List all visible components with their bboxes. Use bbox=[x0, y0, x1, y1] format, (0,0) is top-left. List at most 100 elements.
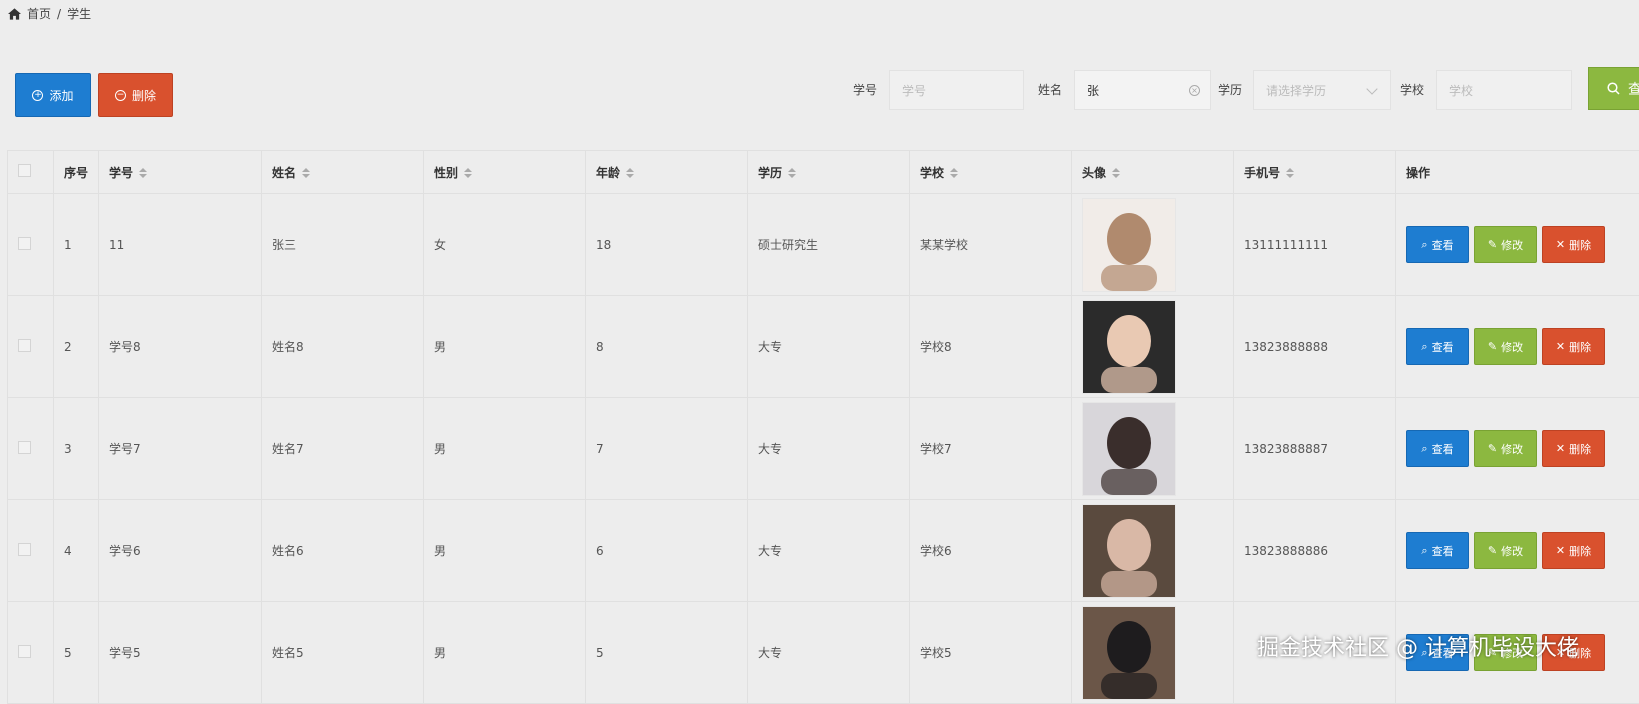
cell-school: 学校6 bbox=[910, 500, 1072, 602]
batch-delete-label: 删除 bbox=[132, 87, 156, 104]
cell-school: 学校8 bbox=[910, 296, 1072, 398]
delete-button[interactable]: ✕删除 bbox=[1542, 430, 1605, 467]
row-checkbox[interactable] bbox=[18, 441, 31, 454]
edit-icon: ✎ bbox=[1488, 442, 1497, 455]
table-row: 3学号7姓名7男7大专学校713823888887⌕查看✎修改✕删除 bbox=[8, 398, 1639, 500]
clear-icon[interactable]: × bbox=[1189, 85, 1200, 96]
cell-avatar bbox=[1072, 194, 1234, 296]
row-checkbox[interactable] bbox=[18, 645, 31, 658]
cell-index: 1 bbox=[54, 194, 99, 296]
row-checkbox[interactable] bbox=[18, 543, 31, 556]
col-avatar[interactable]: 头像 bbox=[1072, 151, 1234, 194]
watermark: 掘金技术社区 @ 计算机毕设大佬 bbox=[1257, 630, 1579, 662]
cell-age: 6 bbox=[586, 500, 748, 602]
search-button-label: 查 bbox=[1628, 79, 1639, 99]
col-gender[interactable]: 性别 bbox=[424, 151, 586, 194]
row-select-cell bbox=[8, 194, 54, 296]
education-select[interactable]: 请选择学历 bbox=[1253, 70, 1391, 110]
name-input[interactable]: 张 × bbox=[1074, 70, 1211, 110]
search-button[interactable]: 查 bbox=[1588, 67, 1639, 110]
delete-button[interactable]: ✕删除 bbox=[1542, 226, 1605, 263]
cell-gender: 女 bbox=[424, 194, 586, 296]
sort-icon[interactable] bbox=[788, 168, 796, 178]
cell-education: 大专 bbox=[748, 602, 910, 704]
cell-name: 张三 bbox=[262, 194, 424, 296]
avatar[interactable] bbox=[1082, 300, 1176, 394]
cell-school: 某某学校 bbox=[910, 194, 1072, 296]
cell-actions: ⌕查看✎修改✕删除 bbox=[1396, 500, 1639, 602]
col-phone[interactable]: 手机号 bbox=[1234, 151, 1396, 194]
education-label: 学历 bbox=[1218, 81, 1242, 98]
sort-icon[interactable] bbox=[1112, 168, 1120, 178]
col-education[interactable]: 学历 bbox=[748, 151, 910, 194]
avatar[interactable] bbox=[1082, 504, 1176, 598]
row-checkbox[interactable] bbox=[18, 339, 31, 352]
student-no-input[interactable]: 学号 bbox=[889, 70, 1024, 110]
cell-avatar bbox=[1072, 296, 1234, 398]
cell-age: 8 bbox=[586, 296, 748, 398]
add-button[interactable]: + 添加 bbox=[15, 73, 91, 117]
cell-student-no: 学号8 bbox=[99, 296, 262, 398]
close-icon: ✕ bbox=[1556, 238, 1565, 251]
cell-school: 学校7 bbox=[910, 398, 1072, 500]
school-input[interactable]: 学校 bbox=[1436, 70, 1572, 110]
avatar[interactable] bbox=[1082, 198, 1176, 292]
cell-age: 7 bbox=[586, 398, 748, 500]
delete-button[interactable]: ✕删除 bbox=[1542, 328, 1605, 365]
student-table: 序号 学号 姓名 性别 年龄 学历 学校 头像 手机号 操作 111张三女18硕… bbox=[7, 150, 1639, 704]
sort-icon[interactable] bbox=[950, 168, 958, 178]
table-row: 2学号8姓名8男8大专学校813823888888⌕查看✎修改✕删除 bbox=[8, 296, 1639, 398]
edit-button[interactable]: ✎修改 bbox=[1474, 532, 1537, 569]
view-button[interactable]: ⌕查看 bbox=[1406, 328, 1469, 365]
col-school[interactable]: 学校 bbox=[910, 151, 1072, 194]
name-label: 姓名 bbox=[1038, 81, 1062, 98]
cell-phone: 13823888887 bbox=[1234, 398, 1396, 500]
edit-button[interactable]: ✎修改 bbox=[1474, 226, 1537, 263]
sort-icon[interactable] bbox=[1286, 168, 1294, 178]
cell-name: 姓名8 bbox=[262, 296, 424, 398]
breadcrumb-home[interactable]: 首页 bbox=[27, 5, 51, 22]
col-name[interactable]: 姓名 bbox=[262, 151, 424, 194]
edit-button[interactable]: ✎修改 bbox=[1474, 430, 1537, 467]
avatar[interactable] bbox=[1082, 402, 1176, 496]
avatar[interactable] bbox=[1082, 606, 1176, 700]
view-button[interactable]: ⌕查看 bbox=[1406, 532, 1469, 569]
col-student-no[interactable]: 学号 bbox=[99, 151, 262, 194]
edit-icon: ✎ bbox=[1488, 544, 1497, 557]
search-icon: ⌕ bbox=[1421, 544, 1427, 558]
school-placeholder: 学校 bbox=[1449, 82, 1473, 99]
school-label: 学校 bbox=[1400, 81, 1424, 98]
cell-actions: ⌕查看✎修改✕删除 bbox=[1396, 398, 1639, 500]
row-select-cell bbox=[8, 398, 54, 500]
cell-index: 3 bbox=[54, 398, 99, 500]
sort-icon[interactable] bbox=[464, 168, 472, 178]
cell-gender: 男 bbox=[424, 296, 586, 398]
search-icon bbox=[1607, 82, 1620, 95]
search-icon: ⌕ bbox=[1421, 442, 1427, 456]
select-all-checkbox[interactable] bbox=[18, 164, 31, 177]
search-icon: ⌕ bbox=[1421, 238, 1427, 252]
cell-index: 5 bbox=[54, 602, 99, 704]
col-age[interactable]: 年龄 bbox=[586, 151, 748, 194]
row-checkbox[interactable] bbox=[18, 237, 31, 250]
delete-button[interactable]: ✕删除 bbox=[1542, 532, 1605, 569]
view-button[interactable]: ⌕查看 bbox=[1406, 430, 1469, 467]
add-button-label: 添加 bbox=[49, 87, 73, 104]
cell-education: 大专 bbox=[748, 500, 910, 602]
cell-index: 4 bbox=[54, 500, 99, 602]
close-icon: ✕ bbox=[1556, 544, 1565, 557]
sort-icon[interactable] bbox=[139, 168, 147, 178]
cell-age: 18 bbox=[586, 194, 748, 296]
cell-school: 学校5 bbox=[910, 602, 1072, 704]
batch-delete-button[interactable]: − 删除 bbox=[98, 73, 173, 117]
sort-icon[interactable] bbox=[302, 168, 310, 178]
cell-name: 姓名6 bbox=[262, 500, 424, 602]
view-button[interactable]: ⌕查看 bbox=[1406, 226, 1469, 263]
home-icon[interactable] bbox=[8, 8, 21, 20]
cell-gender: 男 bbox=[424, 398, 586, 500]
col-index: 序号 bbox=[54, 151, 99, 194]
edit-button[interactable]: ✎修改 bbox=[1474, 328, 1537, 365]
select-all-cell bbox=[8, 151, 54, 194]
sort-icon[interactable] bbox=[626, 168, 634, 178]
cell-avatar bbox=[1072, 602, 1234, 704]
